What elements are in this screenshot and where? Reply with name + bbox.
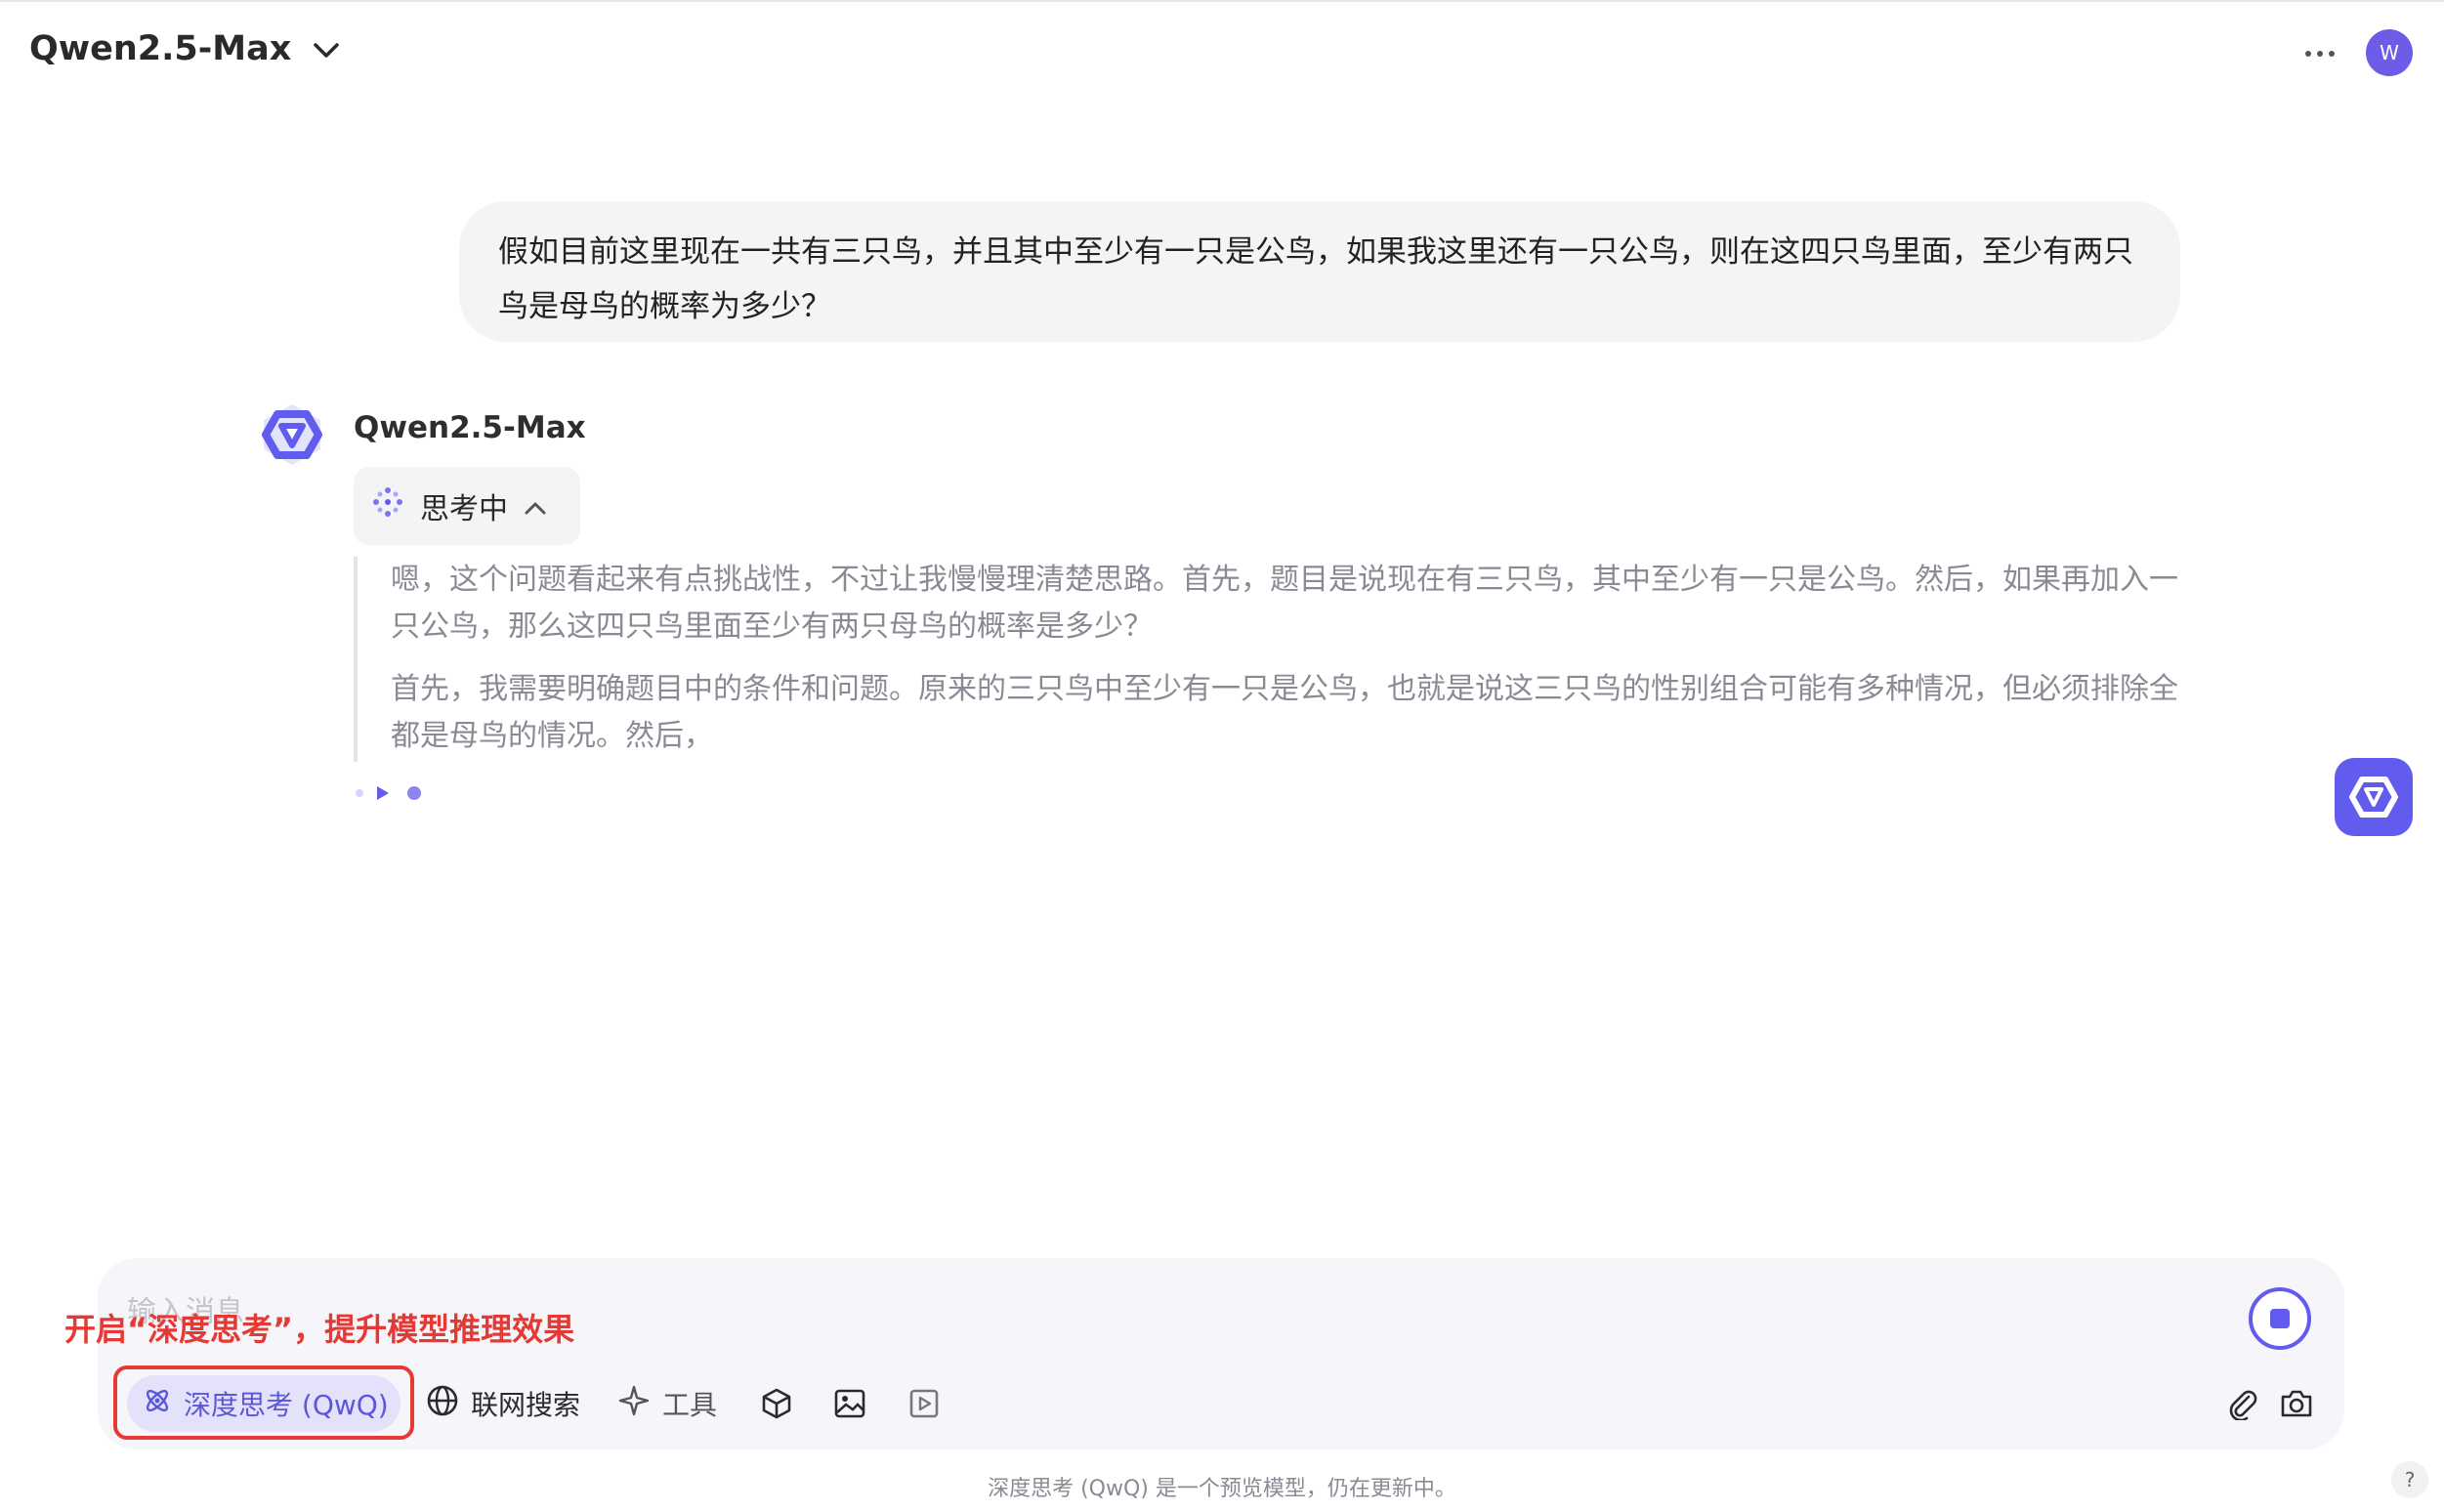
stop-icon — [2270, 1309, 2290, 1328]
more-icon[interactable] — [2303, 37, 2337, 70]
thinking-toggle[interactable]: 思考中 — [354, 467, 580, 545]
paperclip-icon[interactable] — [2221, 1383, 2262, 1424]
user-message-bubble: 假如目前这里现在一共有三只鸟，并且其中至少有一只是公鸟，如果我这里还有一只公鸟，… — [459, 201, 2180, 342]
model-name: Qwen2.5-Max — [29, 29, 292, 68]
camera-icon[interactable] — [2276, 1383, 2317, 1424]
loading-indicator — [354, 783, 422, 803]
image-icon[interactable] — [829, 1383, 870, 1424]
chevron-down-icon — [313, 29, 340, 68]
chevron-up-icon — [524, 489, 547, 524]
assistant-name: Qwen2.5-Max — [354, 410, 586, 445]
tools-button[interactable]: 工具 — [617, 1375, 717, 1432]
thinking-sparkle-icon — [371, 485, 404, 526]
qwen-logo-icon — [258, 400, 326, 469]
tools-label: 工具 — [662, 1389, 718, 1421]
thinking-paragraph: 嗯，这个问题看起来有点挑战性，不过让我慢慢理清楚思路。首先，题目是说现在有三只鸟… — [391, 563, 2178, 644]
atom-icon — [143, 1386, 172, 1422]
globe-icon — [426, 1384, 459, 1424]
sparkle-icon — [617, 1384, 651, 1424]
footer-note: 深度思考 (QwQ) 是一个预览模型，仍在更新中。 — [988, 1477, 1456, 1501]
web-search-button[interactable]: 联网搜索 — [426, 1375, 580, 1432]
user-avatar[interactable]: W — [2366, 29, 2413, 76]
model-selector[interactable]: Qwen2.5-Max — [29, 29, 340, 68]
video-icon[interactable] — [904, 1383, 945, 1424]
deep-think-label: 深度思考 (QwQ) — [184, 1389, 389, 1421]
qwen-logo-icon[interactable] — [2335, 758, 2413, 836]
cube-icon[interactable] — [756, 1383, 797, 1424]
thinking-content: 嗯，这个问题看起来有点挑战性，不过让我慢慢理清楚思路。首先，题目是说现在有三只鸟… — [354, 557, 2180, 762]
deep-think-button[interactable]: 深度思考 (QwQ) — [127, 1375, 400, 1432]
stop-button[interactable] — [2249, 1287, 2311, 1350]
thinking-label: 思考中 — [420, 492, 508, 526]
help-button[interactable]: ? — [2391, 1461, 2428, 1498]
annotation-label: 开启“深度思考”，提升模型推理效果 — [64, 1311, 575, 1348]
top-divider — [0, 0, 2444, 2]
web-search-label: 联网搜索 — [471, 1389, 581, 1421]
thinking-paragraph: 首先，我需要明确题目中的条件和问题。原来的三只鸟中至少有一只是公鸟，也就是说这三… — [391, 672, 2178, 753]
